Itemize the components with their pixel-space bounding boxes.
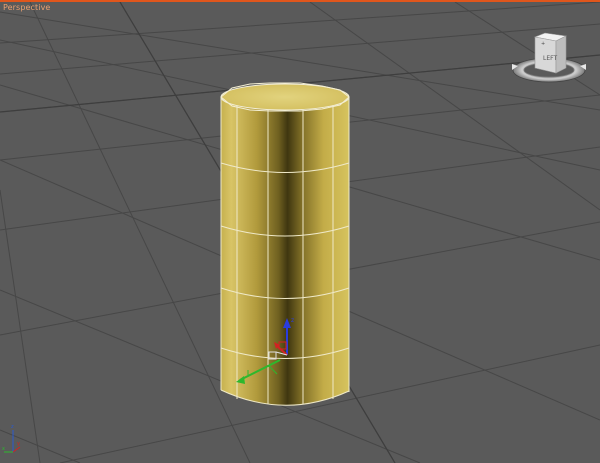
viewport-label[interactable]: Perspective bbox=[3, 3, 50, 12]
cylinder-object[interactable] bbox=[220, 82, 350, 406]
svg-text:y: y bbox=[17, 441, 20, 447]
viewcube-compass-marker: + bbox=[541, 41, 545, 47]
viewcube-face-label: LEFT bbox=[543, 55, 557, 62]
world-axis-icon: z y x bbox=[2, 424, 21, 453]
svg-text:z: z bbox=[291, 317, 294, 324]
viewport-scene[interactable]: z LEFT + z y x bbox=[0, 2, 600, 463]
svg-text:z: z bbox=[11, 424, 14, 430]
perspective-viewport[interactable]: z LEFT + z y x Perspective bbox=[0, 0, 600, 463]
svg-text:x: x bbox=[2, 446, 5, 452]
